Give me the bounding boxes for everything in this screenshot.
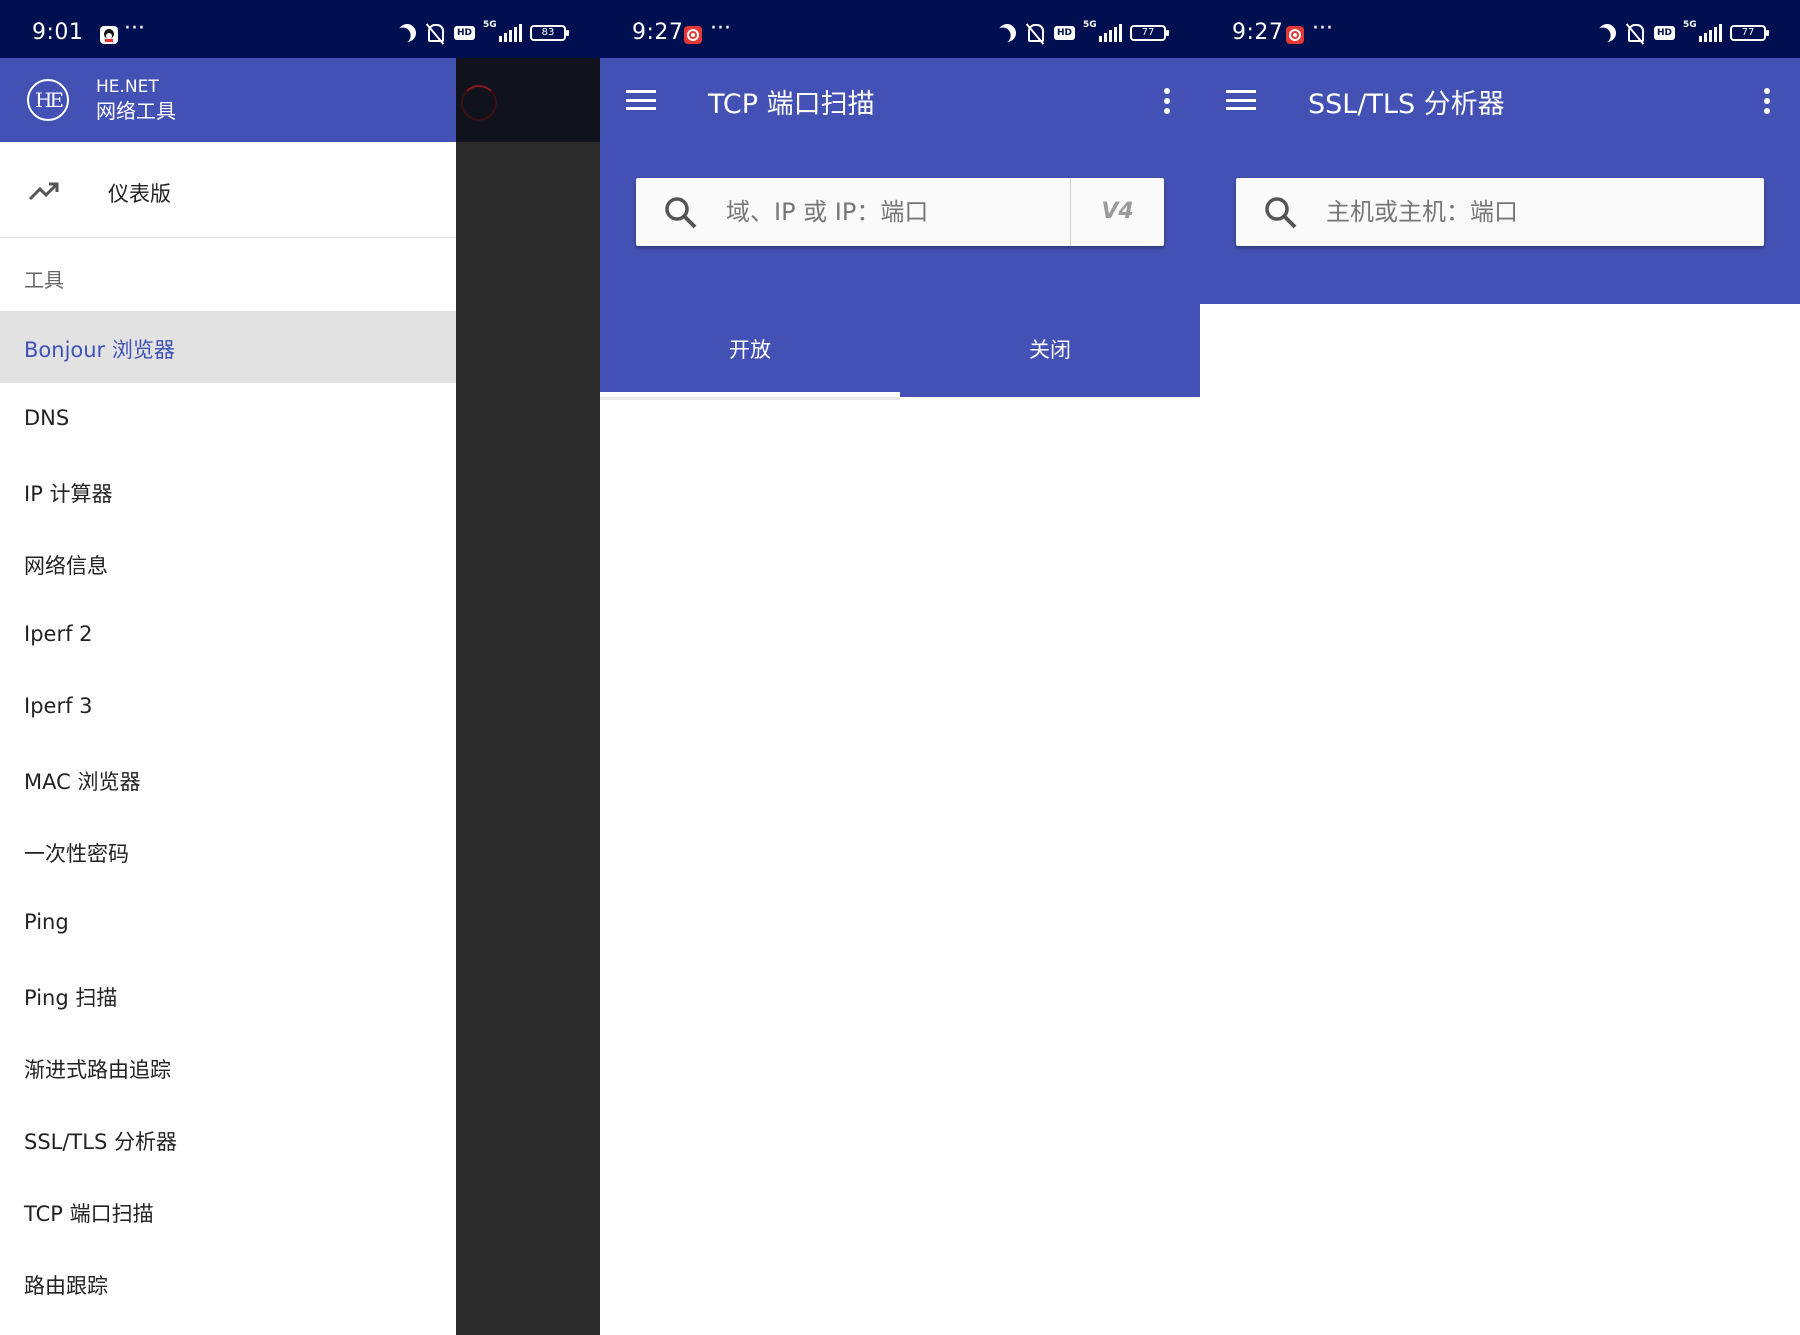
tab-open[interactable]: 开放 <box>600 304 900 397</box>
page-title: SSL/TLS 分析器 <box>1308 89 1505 120</box>
drawer-header: HE HE.NET 网络工具 <box>0 58 456 142</box>
section-header-tools: 工具 <box>24 268 64 292</box>
status-bar: 9:01 ··· HD 5G 83 <box>0 0 600 58</box>
he-logo-icon: HE <box>27 79 69 121</box>
more-notifications-icon: ··· <box>1312 16 1333 41</box>
hd-icon: HD <box>453 26 475 40</box>
nav-item-bonjour[interactable]: Bonjour 浏览器 <box>0 311 456 383</box>
signal-icon: 5G <box>1083 20 1122 42</box>
qq-notification-icon <box>100 26 118 44</box>
search-icon <box>1265 197 1297 229</box>
nav-item-dns[interactable]: DNS <box>0 383 456 455</box>
hamburger-menu-icon[interactable] <box>626 90 656 110</box>
overflow-menu-icon[interactable] <box>1164 88 1170 118</box>
battery-icon: 77 <box>1730 25 1769 41</box>
do-not-disturb-icon <box>995 21 1020 46</box>
nav-item-dashboard[interactable]: 仪表版 <box>0 142 456 238</box>
drawer-screen: 9:01 ··· HD 5G 83 HE HE.NET 网络工具 仪表版 工具 … <box>0 0 600 1335</box>
nav-item-mac-browser[interactable]: MAC 浏览器 <box>0 743 456 815</box>
brand-name: HE.NET <box>96 77 159 97</box>
do-not-disturb-icon <box>395 21 420 46</box>
loading-spinner-icon <box>461 85 497 121</box>
status-icons: HD 5G 77 <box>995 20 1169 46</box>
more-notifications-icon: ··· <box>710 16 731 41</box>
nav-item-tcp-port-scan[interactable]: TCP 端口扫描 <box>0 1175 456 1247</box>
nav-item-ping[interactable]: Ping <box>0 887 456 959</box>
nav-item-ssl-tls[interactable]: SSL/TLS 分析器 <box>0 1103 456 1175</box>
nav-item-ping-scan[interactable]: Ping 扫描 <box>0 959 456 1031</box>
status-bar: 9:27 ··· HD 5G 77 <box>1200 0 1800 58</box>
status-time: 9:01 <box>32 20 84 45</box>
app-notification-icon <box>1286 26 1304 44</box>
status-time: 9:27 <box>1232 20 1284 45</box>
battery-icon: 77 <box>1130 25 1169 41</box>
nav-item-traceroute[interactable]: 路由跟踪 <box>0 1247 456 1319</box>
host-port-input[interactable] <box>1326 178 1746 246</box>
search-icon <box>665 197 697 229</box>
hamburger-menu-icon[interactable] <box>1226 90 1256 110</box>
status-icons: HD 5G 77 <box>1595 20 1769 46</box>
tab-closed[interactable]: 关闭 <box>900 304 1200 397</box>
app-brand: HE.NET 网络工具 <box>96 76 176 124</box>
tab-divider <box>600 397 900 400</box>
tcp-port-scan-screen: 9:27 ··· HD 5G 77 TCP 端口扫描 V4 开放 关闭 <box>600 0 1200 1335</box>
ssl-tls-analyzer-screen: 9:27 ··· HD 5G 77 SSL/TLS 分析器 <box>1200 0 1800 1335</box>
drawer-scrim[interactable] <box>456 58 600 1335</box>
signal-icon: 5G <box>1683 20 1722 42</box>
signal-icon: 5G <box>483 20 522 42</box>
status-bar: 9:27 ··· HD 5G 77 <box>600 0 1200 58</box>
nav-item-label: 仪表版 <box>108 182 171 206</box>
hd-icon: HD <box>1653 26 1675 40</box>
status-icons: HD 5G 83 <box>395 20 569 46</box>
battery-icon: 83 <box>530 25 569 41</box>
hd-icon: HD <box>1053 26 1075 40</box>
nav-item-iperf3[interactable]: Iperf 3 <box>0 671 456 743</box>
nav-item-progressive-traceroute[interactable]: 渐进式路由追踪 <box>0 1031 456 1103</box>
nav-item-otp[interactable]: 一次性密码 <box>0 815 456 887</box>
navigation-drawer: HE HE.NET 网络工具 仪表版 工具 Bonjour 浏览器 DNS IP… <box>0 58 456 1335</box>
ip-version-toggle[interactable]: V4 <box>1070 178 1164 246</box>
nav-item-network-info[interactable]: 网络信息 <box>0 527 456 599</box>
nav-item-ip-calculator[interactable]: IP 计算器 <box>0 455 456 527</box>
trending-up-icon <box>28 182 59 201</box>
search-box: V4 <box>636 178 1164 246</box>
app-bar: SSL/TLS 分析器 <box>1200 58 1800 304</box>
app-bar: TCP 端口扫描 V4 开放 关闭 <box>600 58 1200 397</box>
brand-subtitle: 网络工具 <box>96 99 176 123</box>
result-tabs: 开放 关闭 <box>600 304 1200 397</box>
overflow-menu-icon[interactable] <box>1764 88 1770 118</box>
search-box <box>1236 178 1764 246</box>
status-time: 9:27 <box>632 20 684 45</box>
more-notifications-icon: ··· <box>124 16 145 41</box>
host-port-input[interactable] <box>726 178 1056 246</box>
nav-item-iperf2[interactable]: Iperf 2 <box>0 599 456 671</box>
mute-icon <box>424 23 446 43</box>
app-notification-icon <box>684 26 702 44</box>
mute-icon <box>1024 23 1046 43</box>
mute-icon <box>1624 23 1646 43</box>
do-not-disturb-icon <box>1595 21 1620 46</box>
page-title: TCP 端口扫描 <box>708 89 875 120</box>
